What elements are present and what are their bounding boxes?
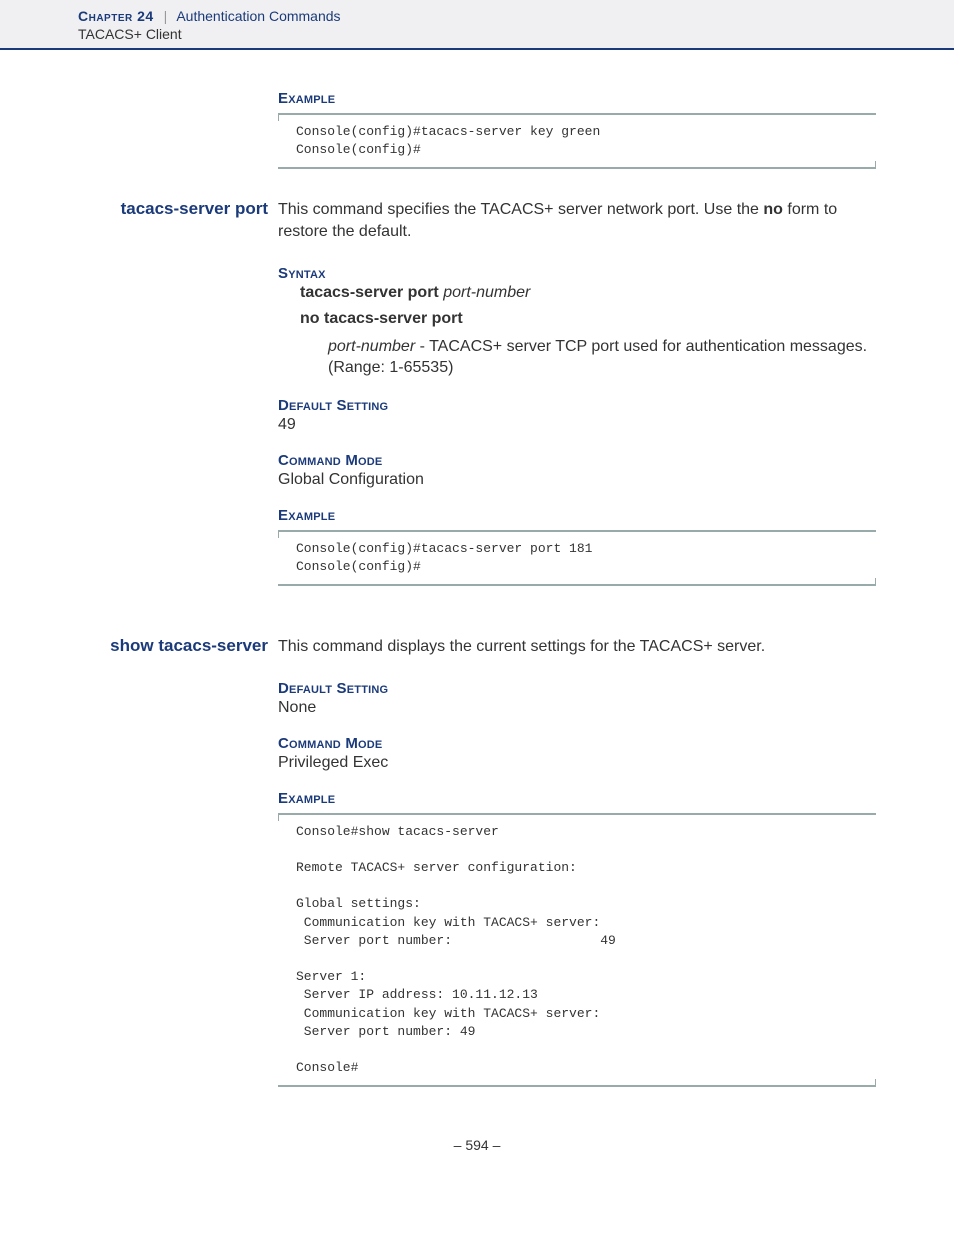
default-setting-heading: Default Setting (278, 680, 876, 697)
syntax-block: tacacs-server port port-number no tacacs… (300, 284, 876, 328)
chapter-number: Chapter 24 (78, 8, 154, 24)
header-subsection: TACACS+ Client (78, 26, 954, 42)
syntax-no-cmd: no tacacs-server port (300, 310, 463, 327)
chapter-title: Authentication Commands (176, 8, 340, 24)
default-setting-value: 49 (278, 416, 876, 434)
syntax-heading: Syntax (278, 265, 876, 282)
page-header: Chapter 24 | Authentication Commands TAC… (0, 0, 954, 50)
page-number: – 594 – (78, 1137, 876, 1153)
param-description: port-number - TACACS+ server TCP port us… (328, 336, 876, 379)
code-example: Console(config)#tacacs-server port 181 C… (278, 530, 876, 586)
command-mode-value: Privileged Exec (278, 754, 876, 772)
desc-text-bold: no (763, 201, 783, 218)
page-content: Example Console(config)#tacacs-server ke… (0, 50, 954, 1173)
command-name-label: show tacacs-server (68, 636, 268, 656)
chapter-line: Chapter 24 | Authentication Commands (78, 8, 954, 24)
param-name: port-number (328, 338, 415, 355)
example-heading: Example (278, 90, 876, 107)
command-description: This command displays the current settin… (278, 636, 876, 658)
command-mode-value: Global Configuration (278, 471, 876, 489)
example-heading: Example (278, 507, 876, 524)
syntax-cmd: tacacs-server port (300, 284, 439, 301)
default-setting-value: None (278, 699, 876, 717)
desc-text-pre: This command specifies the TACACS+ serve… (278, 201, 763, 218)
command-section-tacacs-server-port: tacacs-server port This command specifie… (78, 199, 876, 586)
code-example: Console#show tacacs-server Remote TACACS… (278, 813, 876, 1088)
default-setting-heading: Default Setting (278, 397, 876, 414)
command-name-label: tacacs-server port (68, 199, 268, 219)
separator: | (164, 8, 168, 24)
syntax-param: port-number (443, 284, 530, 301)
example-heading: Example (278, 790, 876, 807)
example-block-prev: Example Console(config)#tacacs-server ke… (278, 90, 876, 169)
command-section-show-tacacs-server: show tacacs-server This command displays… (78, 636, 876, 1087)
code-example: Console(config)#tacacs-server key green … (278, 113, 876, 169)
command-description: This command specifies the TACACS+ serve… (278, 199, 876, 242)
command-mode-heading: Command Mode (278, 735, 876, 752)
command-mode-heading: Command Mode (278, 452, 876, 469)
